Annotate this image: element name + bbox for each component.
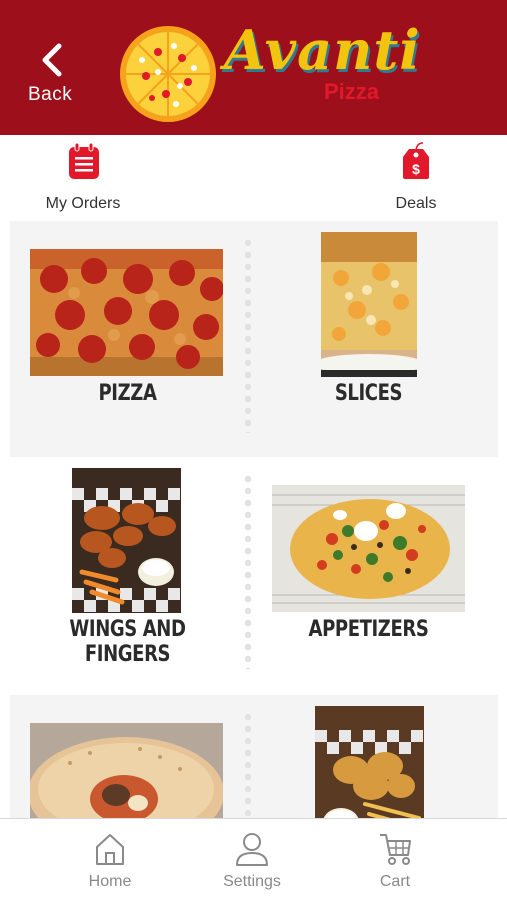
back-button[interactable]: Back: [22, 38, 86, 108]
chicken-fries-photo: [315, 706, 424, 818]
svg-text:$: $: [412, 161, 420, 177]
category-card-pizza[interactable]: PIZZA: [10, 221, 245, 457]
tab-cart[interactable]: Cart: [340, 829, 450, 895]
slice-photo: [321, 232, 417, 377]
category-label: WINGS AND FINGERS: [69, 617, 186, 667]
deals-button[interactable]: $ Deals: [361, 139, 471, 215]
category-label: SLICES: [334, 381, 403, 406]
brand-subtitle: Pizza: [324, 79, 380, 104]
tab-cart-label: Cart: [379, 873, 411, 890]
category-card-slices[interactable]: SLICES: [251, 221, 486, 457]
category-card-wings[interactable]: WINGS AND FINGERS: [10, 457, 245, 693]
nachos-photo: [272, 485, 465, 612]
deals-label: Deals: [395, 195, 437, 212]
category-card-chicken[interactable]: [251, 695, 486, 818]
app-header: Back Avanti Pizza: [0, 0, 507, 135]
category-label: PIZZA: [98, 381, 157, 406]
pizza-logo-icon: [120, 26, 216, 122]
my-orders-button[interactable]: My Orders: [28, 139, 138, 215]
price-tag-icon: $: [403, 142, 429, 179]
tab-settings-label: Settings: [223, 873, 281, 890]
tab-settings[interactable]: Settings: [197, 829, 307, 895]
tab-home-label: Home: [88, 873, 132, 890]
cart-icon: [380, 834, 411, 865]
category-row: [10, 695, 498, 818]
category-row: WINGS AND FINGERS APPETIZERS: [10, 457, 498, 693]
tab-home[interactable]: Home: [55, 829, 165, 895]
user-icon: [236, 833, 268, 866]
back-label: Back: [28, 84, 73, 105]
category-label: APPETIZERS: [308, 617, 429, 642]
category-grid: PIZZA SLICES WINGS AND FINGERS APPETIZER…: [0, 221, 507, 818]
calendar-list-icon: [69, 142, 99, 179]
home-icon: [96, 834, 124, 865]
quick-actions-bar: My Orders $ Deals: [0, 135, 507, 221]
wings-photo: [72, 468, 181, 613]
category-card-calzones[interactable]: [10, 695, 245, 818]
chevron-left-icon: [42, 43, 62, 77]
my-orders-label: My Orders: [45, 195, 121, 212]
calzone-photo: [30, 723, 223, 818]
pizza-photo: [30, 249, 223, 376]
brand-logo: Avanti Pizza: [118, 20, 420, 125]
app-screen: Back Avanti Pizza My Orders $ Deals PIZZ…: [0, 0, 507, 900]
category-row: PIZZA SLICES: [10, 221, 498, 457]
bottom-tab-bar: Home Settings Cart: [0, 818, 507, 900]
category-card-appetizers[interactable]: APPETIZERS: [251, 457, 486, 693]
brand-name: Avanti: [224, 18, 421, 82]
